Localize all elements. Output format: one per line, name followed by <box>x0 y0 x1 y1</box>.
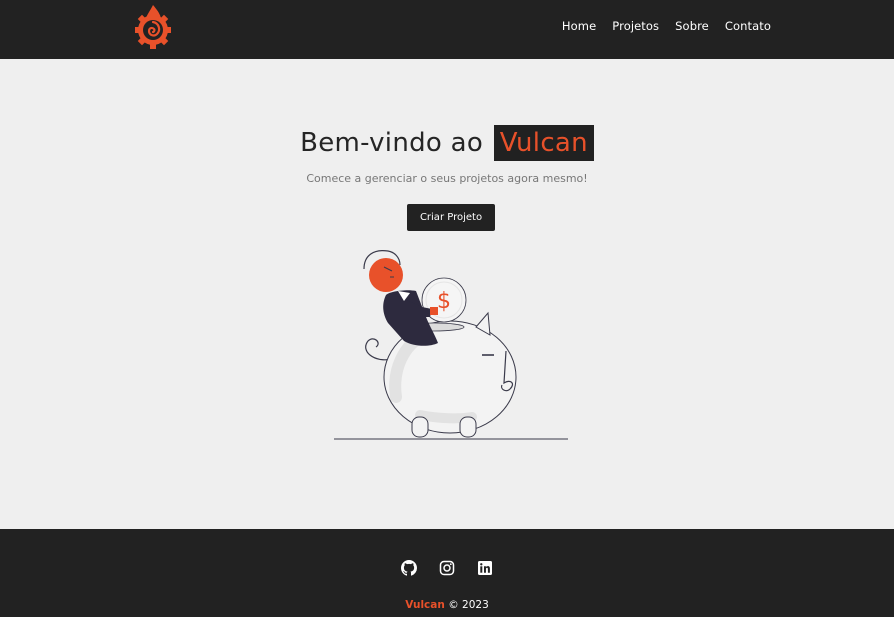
navbar: Home Projetos Sobre Contato <box>0 0 894 59</box>
nav-link-sobre[interactable]: Sobre <box>675 18 709 34</box>
coin-dollar-symbol: $ <box>437 289 451 314</box>
nav-link-projetos[interactable]: Projetos <box>612 18 659 34</box>
hero-title-prefix: Bem-vindo ao <box>300 128 484 158</box>
hero-title-brand: Vulcan <box>493 125 594 161</box>
footer: Vulcan © 2023 <box>0 529 894 617</box>
social-links <box>0 560 894 576</box>
linkedin-icon[interactable] <box>477 560 493 576</box>
github-icon[interactable] <box>401 560 417 576</box>
main-nav: Home Projetos Sobre Contato <box>562 18 771 34</box>
hero-section: Bem-vindo ao Vulcan Comece a gerenciar o… <box>0 59 894 529</box>
piggy-bank-savings-illustration: $ <box>334 250 568 440</box>
footer-brand: Vulcan <box>405 599 445 611</box>
nav-link-home[interactable]: Home <box>562 18 596 34</box>
copyright-text: © 2023 <box>448 599 489 611</box>
create-project-button[interactable]: Criar Projeto <box>407 204 495 231</box>
instagram-icon[interactable] <box>439 560 455 576</box>
hero-subtitle: Comece a gerenciar o seus projetos agora… <box>306 172 588 185</box>
flame-gear-logo-icon[interactable] <box>132 3 174 51</box>
nav-link-contato[interactable]: Contato <box>725 18 771 34</box>
copyright: Vulcan © 2023 <box>0 599 894 611</box>
hero-title: Bem-vindo ao Vulcan <box>0 123 894 163</box>
